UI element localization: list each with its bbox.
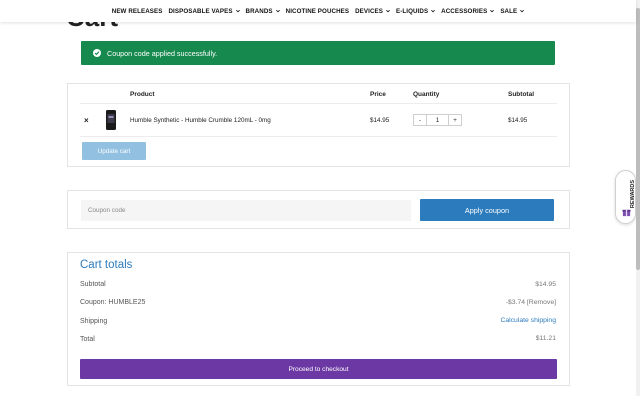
calculate-shipping-link[interactable]: Calculate shipping [500,317,556,324]
quantity-input[interactable]: 1 [426,115,449,125]
nav-item-disposable-vapes[interactable]: DISPOSABLE VAPES [168,8,240,15]
nav-item-accessories[interactable]: ACCESSORIES [441,8,495,15]
divider [80,103,557,104]
column-header-quantity: Quantity [413,91,440,98]
subtotal-label: Subtotal [80,281,106,288]
nav-item-devices[interactable]: DEVICES [355,8,390,15]
scrollbar-thumb[interactable] [636,8,640,270]
product-name-link[interactable]: Humble Synthetic - Humble Crumble 120mL … [130,117,271,124]
product-price: $14.95 [370,117,390,124]
rewards-tab[interactable]: REWARDS [615,170,636,224]
quantity-stepper: - 1 + [413,114,462,126]
nav-item-nicotine-pouches[interactable]: NICOTINE POUCHES [286,8,349,15]
chevron-down-icon [386,9,390,13]
chevron-down-icon [490,9,495,13]
shipping-label: Shipping [80,318,108,325]
gift-icon [622,209,631,217]
coupon-code-input[interactable] [81,200,411,221]
quantity-decrease-button[interactable]: - [414,115,426,125]
cart-totals: Cart totals Subtotal $14.95 Coupon: HUMB… [67,252,570,386]
cart-totals-title: Cart totals [80,259,133,271]
quantity-increase-button[interactable]: + [449,115,461,125]
product-subtotal: $14.95 [508,117,528,124]
main-navigation: NEW RELEASES DISPOSABLE VAPES BRANDS NIC… [0,0,636,22]
divider [80,136,557,137]
column-header-price: Price [370,91,386,98]
total-label: Total [80,336,95,343]
cart-table: Product Price Quantity Subtotal × Humble… [67,83,570,167]
notice-message: Coupon code applied successfully. [107,48,218,58]
nav-item-new-releases[interactable]: NEW RELEASES [112,8,163,15]
subtotal-value: $14.95 [535,281,556,288]
coupon-discount-value: -$3.74 [505,299,526,306]
chevron-down-icon [431,9,436,13]
check-circle-icon [93,49,101,57]
update-cart-button[interactable]: Update cart [82,142,146,160]
coupon-section: Apply coupon [67,190,570,229]
chevron-down-icon [520,9,525,13]
chevron-down-icon [275,9,280,13]
nav-item-sale[interactable]: SALE [500,8,525,15]
coupon-label: Coupon: HUMBLE25 [80,299,146,306]
coupon-discount: -$3.74 [Remove] [506,299,556,306]
nav-item-brands[interactable]: BRANDS [246,8,280,15]
apply-coupon-button[interactable]: Apply coupon [420,199,554,221]
total-value: $11.21 [535,335,556,342]
remove-coupon-link[interactable]: [Remove] [527,299,556,306]
product-thumbnail[interactable] [104,110,118,130]
column-header-subtotal: Subtotal [508,91,534,98]
nav-item-e-liquids[interactable]: E-LIQUIDS [396,8,436,15]
remove-item-button[interactable]: × [84,116,89,125]
proceed-to-checkout-button[interactable]: Proceed to checkout [80,359,557,379]
chevron-down-icon [235,9,240,13]
cart-page: Cart NEW RELEASES DISPOSABLE VAPES BRAND… [0,0,640,396]
success-notice: Coupon code applied successfully. [81,41,555,65]
column-header-product: Product [130,91,155,98]
